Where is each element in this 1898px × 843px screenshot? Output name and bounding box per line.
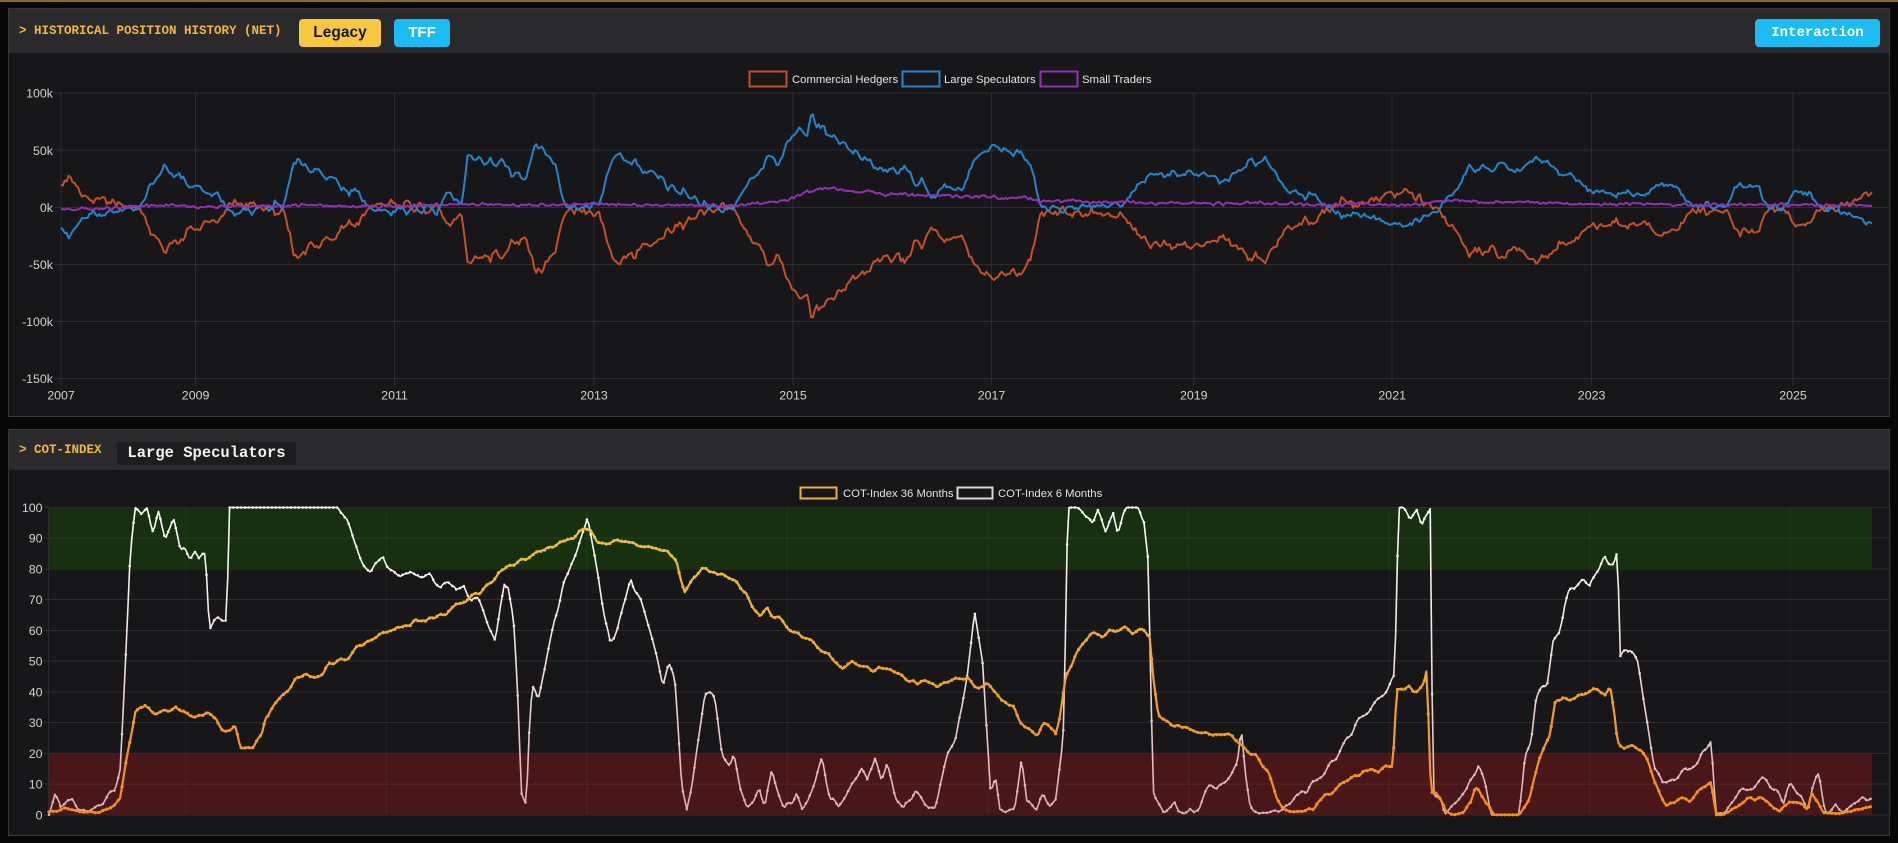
svg-text:70: 70	[29, 593, 43, 607]
svg-text:2019: 2019	[1180, 389, 1208, 403]
svg-text:0k: 0k	[40, 201, 54, 215]
svg-text:2015: 2015	[779, 389, 807, 403]
svg-text:60: 60	[29, 624, 43, 638]
svg-text:2021: 2021	[1378, 389, 1406, 403]
svg-text:2007: 2007	[47, 389, 75, 403]
svg-text:2011: 2011	[381, 389, 408, 403]
svg-text:80: 80	[29, 563, 43, 577]
svg-text:Large Speculators: Large Speculators	[944, 74, 1036, 86]
svg-text:COT-Index 6 Months: COT-Index 6 Months	[998, 488, 1103, 500]
svg-text:30: 30	[29, 716, 43, 730]
svg-text:0: 0	[36, 808, 43, 822]
svg-text:2025: 2025	[1779, 389, 1807, 403]
svg-text:50k: 50k	[33, 144, 54, 158]
svg-text:2009: 2009	[182, 389, 210, 403]
svg-text:-50k: -50k	[29, 258, 54, 272]
svg-text:100: 100	[22, 501, 43, 515]
svg-text:50: 50	[29, 655, 43, 669]
svg-text:2017: 2017	[978, 389, 1006, 403]
svg-text:Small Traders: Small Traders	[1082, 74, 1152, 86]
svg-text:2013: 2013	[580, 389, 608, 403]
svg-text:10: 10	[29, 778, 43, 792]
svg-text:COT-Index 36 Months: COT-Index 36 Months	[843, 488, 954, 500]
svg-text:2023: 2023	[1578, 389, 1606, 403]
svg-text:Commercial Hedgers: Commercial Hedgers	[792, 74, 898, 86]
svg-text:90: 90	[29, 532, 43, 546]
svg-text:40: 40	[29, 685, 43, 699]
svg-text:100k: 100k	[26, 87, 54, 101]
svg-text:-100k: -100k	[22, 315, 54, 329]
svg-text:-150k: -150k	[22, 372, 54, 386]
svg-text:20: 20	[29, 747, 43, 761]
